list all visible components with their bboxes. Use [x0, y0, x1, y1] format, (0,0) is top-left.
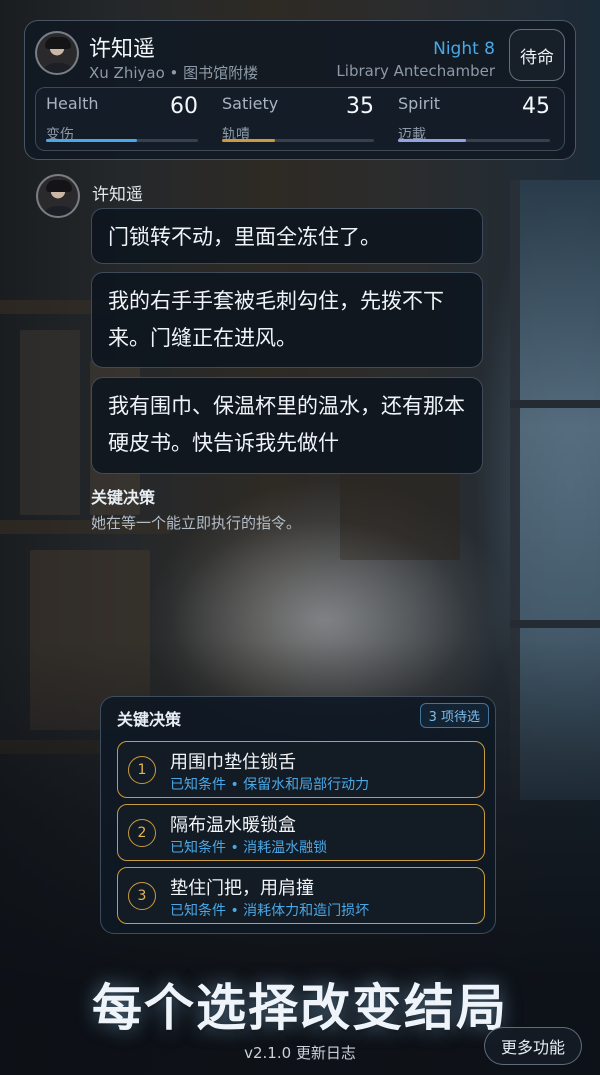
decision-title: 关键决策 — [91, 488, 156, 507]
chat-bubble: 我的右手手套被毛刺勾住，先拨不下来。门缝正在进风。 — [91, 272, 483, 368]
book-stack — [20, 330, 80, 515]
choice-panel-title: 关键决策 — [117, 710, 182, 729]
stat-satiety: Satiety 35 轨嘖 — [212, 88, 388, 150]
choice-number: 2 — [128, 819, 156, 847]
stat-name: Satiety — [222, 94, 279, 113]
choice-number: 1 — [128, 756, 156, 784]
choice-panel: 关键决策 3 项待选 1 用围巾垫住锁舌 已知条件 • 保留水和局部行动力 2 … — [100, 696, 496, 934]
stat-name: Health — [46, 94, 99, 113]
character-name: 许知遥 — [89, 37, 156, 62]
choice-label: 隔布温水暖锁盒 — [170, 815, 296, 836]
night-counter: Night 8 — [433, 39, 495, 59]
character-header-card: 许知遥 Xu Zhiyao • 图书馆附楼 Night 8 Library An… — [24, 20, 576, 160]
window-mullion — [510, 400, 600, 408]
chat-bubble: 门锁转不动，里面全冻住了。 — [91, 208, 483, 264]
choice-meta: 已知条件 • 消耗体力和造门损坏 — [170, 903, 370, 919]
choice-meta: 已知条件 • 消耗温水融锁 — [170, 840, 328, 856]
more-features-button[interactable]: 更多功能 — [484, 1027, 582, 1065]
chat-bubble[interactable]: 我有围巾、保温杯里的温水，还有那本硬皮书。快告诉我先做什 — [91, 377, 483, 474]
stat-value: 35 — [346, 94, 374, 119]
stat-health: Health 60 变伤 — [36, 88, 212, 150]
choice-meta: 已知条件 • 保留水和局部行动力 — [170, 777, 370, 793]
choice-option-3[interactable]: 3 垫住门把，用肩撞 已知条件 • 消耗体力和造门损坏 — [117, 867, 485, 924]
stat-bar-fill — [46, 139, 138, 142]
stat-bar — [46, 139, 198, 142]
speaker-avatar[interactable] — [36, 174, 80, 218]
choice-label: 垫住门把，用肩撞 — [170, 878, 314, 899]
stat-name: Spirit — [398, 94, 441, 113]
choice-option-1[interactable]: 1 用围巾垫住锁舌 已知条件 • 保留水和局部行动力 — [117, 741, 485, 798]
standby-button[interactable]: 待命 — [509, 29, 565, 81]
speaker-name: 许知遥 — [92, 185, 143, 205]
choice-number: 3 — [128, 882, 156, 910]
choice-label: 用围巾垫住锁舌 — [170, 752, 296, 773]
avatar[interactable] — [35, 31, 79, 75]
stats-panel: Health 60 变伤 Satiety 35 轨嘖 Spirit 45 迈載 — [35, 87, 565, 151]
stat-bar-fill — [398, 139, 467, 142]
location-label: Library Antechamber — [336, 62, 495, 80]
pending-count-badge: 3 项待选 — [419, 703, 489, 728]
stat-bar-fill — [222, 139, 276, 142]
choice-option-2[interactable]: 2 隔布温水暖锁盒 已知条件 • 消耗温水融锁 — [117, 804, 485, 861]
stat-bar — [398, 139, 550, 142]
stat-value: 60 — [170, 94, 198, 119]
decision-subtitle: 她在等一个能立即执行的指令。 — [91, 514, 302, 532]
window-mullion — [510, 620, 600, 628]
character-subtitle: Xu Zhiyao • 图书馆附楼 — [89, 64, 259, 82]
stat-spirit: Spirit 45 迈載 — [388, 88, 564, 150]
stat-bar — [222, 139, 374, 142]
stat-value: 45 — [522, 94, 550, 119]
